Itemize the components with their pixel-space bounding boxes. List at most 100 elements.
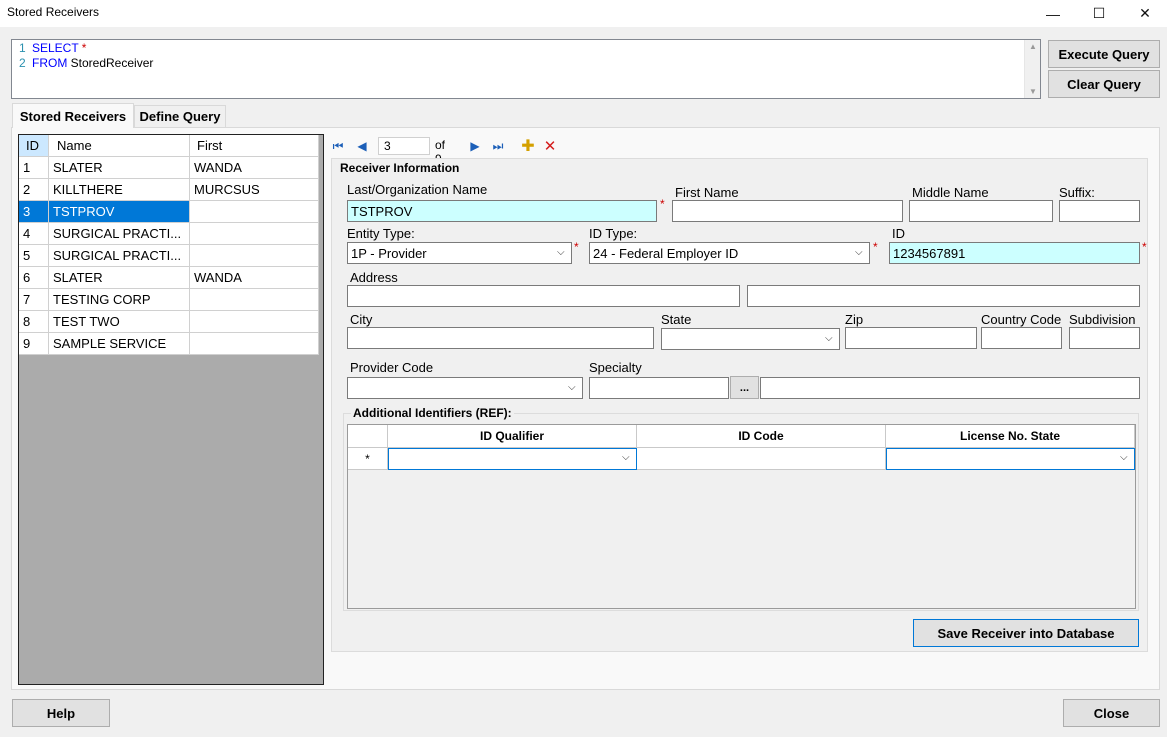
table-cell-first[interactable] [190, 223, 319, 245]
subdivision-input[interactable] [1069, 327, 1140, 349]
table-cell-id[interactable]: 3 [19, 201, 49, 223]
close-button[interactable]: Close [1063, 699, 1160, 727]
move-next-icon[interactable]: ▶ [467, 138, 483, 154]
table-cell-name[interactable]: TSTPROV [49, 201, 190, 223]
zip-input[interactable] [845, 327, 977, 349]
city-input[interactable] [347, 327, 654, 349]
id-label: ID [892, 226, 905, 241]
table-cell-id[interactable]: 8 [19, 311, 49, 333]
address-line-2-input[interactable] [747, 285, 1140, 307]
country-code-label: Country Code [981, 312, 1062, 327]
table-cell-id[interactable]: 5 [19, 245, 49, 267]
column-header-first[interactable]: First [190, 135, 319, 157]
specialty-description-input[interactable] [760, 377, 1140, 399]
table-row[interactable]: 9 SAMPLE SERVICE [19, 333, 319, 355]
specialty-code-input[interactable] [589, 377, 729, 399]
state-label: State [661, 312, 692, 327]
table-cell-first[interactable]: WANDA [190, 157, 319, 179]
table-cell-first[interactable] [190, 289, 319, 311]
window-close-button[interactable]: ✕ [1122, 0, 1167, 27]
provider-code-label: Provider Code [350, 360, 434, 375]
column-header-license-state[interactable]: License No. State [886, 425, 1135, 448]
chevron-down-icon: ⌵ [568, 382, 576, 393]
table-cell-id[interactable]: 6 [19, 267, 49, 289]
id-code-cell[interactable] [637, 448, 886, 470]
column-header-name[interactable]: Name [49, 135, 190, 157]
receivers-grid[interactable]: ID Name First 1 SLATER WANDA 2 KILLTHERE MURC… [18, 134, 324, 685]
table-row[interactable]: 3 TSTPROV [19, 201, 319, 223]
table-row[interactable]: 4 SURGICAL PRACTI... [19, 223, 319, 245]
state-select[interactable]: ⌵ [661, 328, 840, 350]
tab-define-query[interactable]: Define Query [134, 105, 226, 127]
tab-stored-receivers[interactable]: Stored Receivers [12, 103, 134, 128]
column-header-id-qualifier[interactable]: ID Qualifier [388, 425, 637, 448]
table-cell-name[interactable]: KILLTHERE [49, 179, 190, 201]
delete-icon[interactable]: ✕ [542, 138, 558, 155]
table-cell-first[interactable]: WANDA [190, 267, 319, 289]
id-qualifier-select[interactable]: ⌵ [388, 448, 637, 470]
table-cell-id[interactable]: 1 [19, 157, 49, 179]
maximize-button[interactable]: ☐ [1076, 0, 1122, 27]
middle-name-input[interactable] [909, 200, 1053, 222]
table-cell-id[interactable]: 2 [19, 179, 49, 201]
additional-identifiers-grid[interactable]: ID Qualifier ID Code License No. State *… [347, 424, 1136, 609]
window-title: Stored Receivers [7, 5, 100, 19]
table-cell-first[interactable] [190, 311, 319, 333]
table-cell-name[interactable]: SURGICAL PRACTI... [49, 245, 190, 267]
first-name-input[interactable] [672, 200, 903, 222]
table-cell-name[interactable]: SLATER [49, 157, 190, 179]
table-cell-id[interactable]: 4 [19, 223, 49, 245]
license-state-select[interactable]: ⌵ [886, 448, 1135, 470]
table-cell-name[interactable]: TEST TWO [49, 311, 190, 333]
table-cell-name[interactable]: SAMPLE SERVICE [49, 333, 190, 355]
table-cell-first[interactable]: MURCSUS [190, 179, 319, 201]
table-row[interactable]: 2 KILLTHERE MURCSUS [19, 179, 319, 201]
table-row[interactable]: 7 TESTING CORP [19, 289, 319, 311]
provider-code-select[interactable]: ⌵ [347, 377, 583, 399]
entity-type-select[interactable]: 1P - Provider ⌵ [347, 242, 572, 264]
clear-query-button[interactable]: Clear Query [1048, 70, 1160, 98]
line-number: 2 [19, 56, 26, 70]
last-org-input[interactable]: TSTPROV [347, 200, 657, 222]
table-cell-name[interactable]: TESTING CORP [49, 289, 190, 311]
table-cell-name[interactable]: SURGICAL PRACTI... [49, 223, 190, 245]
country-code-input[interactable] [981, 327, 1062, 349]
table-cell-name[interactable]: SLATER [49, 267, 190, 289]
move-last-icon[interactable]: ⏭ [490, 138, 506, 154]
execute-query-button[interactable]: Execute Query [1048, 40, 1160, 68]
table-row[interactable]: 5 SURGICAL PRACTI... [19, 245, 319, 267]
chevron-down-icon: ⌵ [1120, 452, 1128, 463]
suffix-input[interactable] [1059, 200, 1140, 222]
zip-label: Zip [845, 312, 864, 327]
address-line-1-input[interactable] [347, 285, 740, 307]
sql-star: * [78, 41, 87, 55]
position-input[interactable]: 3 [378, 137, 430, 155]
scroll-down-icon[interactable]: ▼ [1029, 87, 1037, 96]
move-previous-icon[interactable]: ◀ [354, 138, 370, 154]
table-cell-first[interactable] [190, 333, 319, 355]
suffix-label: Suffix: [1059, 185, 1095, 200]
table-cell-first[interactable] [190, 201, 319, 223]
help-button[interactable]: Help [12, 699, 110, 727]
table-cell-id[interactable]: 7 [19, 289, 49, 311]
id-input[interactable]: 1234567891 [889, 242, 1140, 264]
table-row[interactable]: 1 SLATER WANDA [19, 157, 319, 179]
table-cell-first[interactable] [190, 245, 319, 267]
city-label: City [350, 312, 373, 327]
table-row[interactable]: 6 SLATER WANDA [19, 267, 319, 289]
receiver-information-title: Receiver Information [340, 161, 460, 175]
table-row[interactable]: 8 TEST TWO [19, 311, 319, 333]
column-header-id[interactable]: ID [19, 135, 49, 157]
save-receiver-button[interactable]: Save Receiver into Database [913, 619, 1139, 647]
add-new-icon[interactable]: ✚ [520, 138, 536, 155]
move-first-icon[interactable]: ⏮ [330, 138, 346, 154]
specialty-browse-button[interactable]: ... [730, 376, 759, 399]
column-header-id-code[interactable]: ID Code [637, 425, 886, 448]
sql-keyword: SELECT [32, 41, 79, 55]
query-editor[interactable]: 1 SELECT * 2 FROM StoredReceiver ▲ ▼ [11, 39, 1041, 99]
minimize-button[interactable]: — [1030, 0, 1076, 27]
editor-scrollbar[interactable]: ▲ ▼ [1024, 40, 1040, 98]
id-type-select[interactable]: 24 - Federal Employer ID ⌵ [589, 242, 870, 264]
table-cell-id[interactable]: 9 [19, 333, 49, 355]
scroll-up-icon[interactable]: ▲ [1029, 42, 1037, 51]
